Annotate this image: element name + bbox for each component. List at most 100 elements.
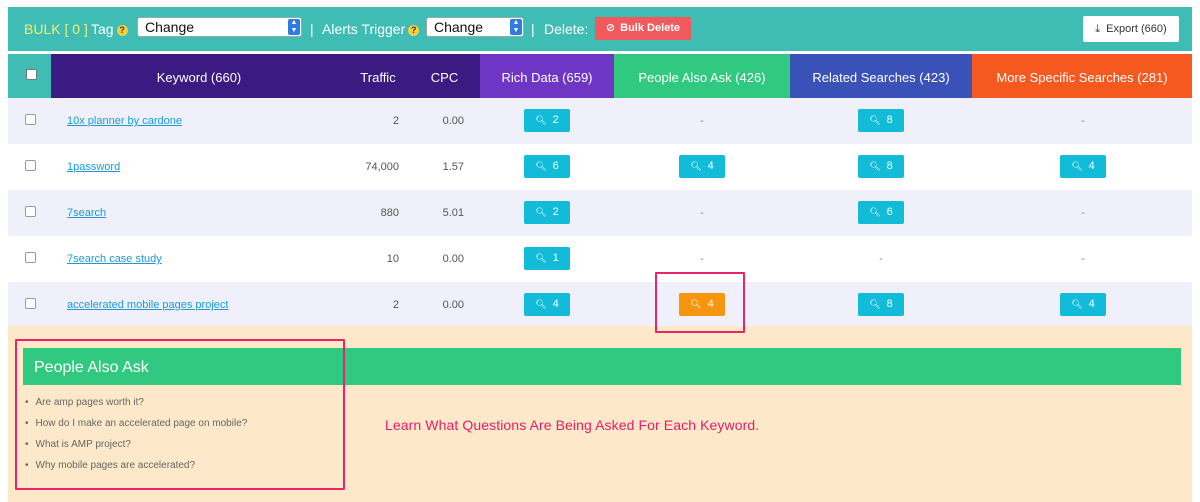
row-checkbox[interactable] [25, 206, 36, 217]
related-searches-button[interactable]: 🔍︎ 6 [858, 201, 904, 224]
more-specific-button[interactable]: 🔍︎ 4 [1060, 155, 1106, 178]
more-specific-button[interactable]: 🔍︎ 4 [1060, 293, 1106, 316]
traffic-value: 880 [380, 207, 399, 219]
rich-data-button[interactable]: 🔍︎ 4 [524, 293, 570, 316]
col-related-searches[interactable]: Related Searches (423) [790, 54, 972, 98]
traffic-value: 2 [392, 115, 399, 127]
col-traffic[interactable]: Traffic [347, 54, 409, 98]
row-checkbox[interactable] [25, 114, 36, 125]
traffic-value: 10 [386, 253, 399, 265]
empty-cell: - [879, 253, 883, 265]
bulk-delete-label: Bulk Delete [620, 22, 681, 34]
search-icon: 🔍︎ [535, 299, 547, 309]
delete-label: Delete: [544, 21, 589, 37]
empty-cell: - [1081, 115, 1085, 127]
alerts-trigger-text: Alerts Trigger [322, 21, 406, 37]
search-icon: 🔍︎ [1071, 161, 1083, 171]
search-icon: 🔍︎ [535, 161, 547, 171]
bulk-toolbar: BULK [ 0 ] Tag? Change ▲ ▼ | Alerts Trigg… [8, 7, 1192, 51]
search-icon: 🔍︎ [869, 161, 881, 171]
related-searches-button[interactable]: 🔍︎ 8 [858, 293, 904, 316]
table-header: Keyword (660) Traffic CPC Rich Data (659… [8, 54, 1192, 98]
col-people-also-ask[interactable]: People Also Ask (426) [614, 54, 790, 98]
table-row: 10x planner by cardone 2 0.00 🔍︎ 2 - 🔍︎ 8 … [8, 98, 1192, 144]
rich-data-button[interactable]: 🔍︎ 1 [524, 247, 570, 270]
annotation-caption: Learn What Questions Are Being Asked For… [385, 417, 760, 433]
search-icon: 🔍︎ [869, 115, 881, 125]
empty-cell: - [1081, 253, 1085, 265]
alerts-trigger-label: Alerts Trigger? [322, 7, 420, 51]
tag-select[interactable]: Change ▲ ▼ [137, 17, 302, 37]
row-checkbox[interactable] [25, 298, 36, 309]
chevron-updown-icon: ▲ ▼ [288, 19, 300, 35]
cpc-value: 5.01 [442, 207, 464, 219]
alerts-trigger-select[interactable]: Change ▲ ▼ [426, 17, 524, 37]
search-icon: 🔍︎ [535, 115, 547, 125]
tag-select-value: Change [145, 19, 195, 35]
badge-count: 6 [886, 206, 893, 218]
keyword-link[interactable]: accelerated mobile pages project [67, 282, 228, 328]
help-icon[interactable]: ? [116, 25, 128, 36]
cpc-value: 0.00 [442, 253, 464, 265]
search-icon: 🔍︎ [690, 161, 702, 171]
keyword-link[interactable]: 10x planner by cardone [67, 98, 182, 144]
search-icon: 🔍︎ [1071, 299, 1083, 309]
badge-count: 1 [552, 252, 559, 264]
cpc-value: 0.00 [442, 115, 464, 127]
download-icon: ⤓ [1095, 23, 1101, 35]
select-all-checkbox[interactable] [26, 69, 37, 80]
badge-count: 8 [886, 114, 893, 126]
bulk-count: BULK [ 0 ] [24, 21, 88, 37]
empty-cell: - [1081, 207, 1085, 219]
separator: | [310, 21, 314, 37]
rich-data-button[interactable]: 🔍︎ 2 [524, 109, 570, 132]
help-icon[interactable]: ? [408, 25, 420, 36]
search-icon: 🔍︎ [869, 299, 881, 309]
traffic-value: 2 [392, 299, 399, 311]
search-icon: 🔍︎ [535, 253, 547, 263]
col-keyword[interactable]: Keyword (660) [51, 54, 347, 98]
row-checkbox[interactable] [25, 252, 36, 263]
export-button[interactable]: ⤓ Export (660) [1083, 16, 1179, 42]
tag-label-text: Tag [91, 21, 114, 37]
traffic-value: 74,000 [365, 161, 399, 173]
tag-label: Tag? [91, 7, 128, 51]
col-cpc[interactable]: CPC [409, 54, 480, 98]
col-more-specific[interactable]: More Specific Searches (281) [972, 54, 1192, 98]
keyword-link[interactable]: 7search [67, 190, 106, 236]
rich-data-button[interactable]: 🔍︎ 6 [524, 155, 570, 178]
highlight-box-questions [15, 339, 345, 490]
row-checkbox[interactable] [25, 160, 36, 171]
search-icon: 🔍︎ [535, 207, 547, 217]
badge-count: 6 [552, 160, 559, 172]
related-searches-button[interactable]: 🔍︎ 8 [858, 109, 904, 132]
search-icon: 🔍︎ [869, 207, 881, 217]
keyword-link[interactable]: 1password [67, 144, 120, 190]
ban-icon: ⊘ [605, 22, 616, 34]
related-searches-button[interactable]: 🔍︎ 8 [858, 155, 904, 178]
badge-count: 4 [707, 160, 714, 172]
table-row: 1password 74,000 1.57 🔍︎ 6 🔍︎ 4 🔍︎ 8 🔍︎ 4 [8, 144, 1192, 190]
rich-data-button[interactable]: 🔍︎ 2 [524, 201, 570, 224]
alerts-select-value: Change [434, 19, 484, 35]
col-rich-data[interactable]: Rich Data (659) [480, 54, 614, 98]
badge-count: 4 [1088, 160, 1095, 172]
table-row: accelerated mobile pages project 2 0.00 … [8, 282, 1192, 328]
empty-cell: - [700, 207, 704, 219]
badge-count: 4 [552, 298, 559, 310]
highlight-box-button [655, 272, 745, 333]
badge-count: 4 [1088, 298, 1095, 310]
cpc-value: 0.00 [442, 299, 464, 311]
export-label: Export (660) [1106, 23, 1167, 35]
table-row: 7search case study 10 0.00 🔍︎ 1 - - - [8, 236, 1192, 282]
badge-count: 2 [552, 206, 559, 218]
badge-count: 8 [886, 298, 893, 310]
badge-count: 8 [886, 160, 893, 172]
cpc-value: 1.57 [442, 161, 464, 173]
keyword-link[interactable]: 7search case study [67, 236, 162, 282]
chevron-updown-icon: ▲ ▼ [510, 19, 522, 35]
people-also-ask-button[interactable]: 🔍︎ 4 [679, 155, 725, 178]
bulk-delete-button[interactable]: ⊘ Bulk Delete [595, 17, 691, 40]
table-row: 7search 880 5.01 🔍︎ 2 - 🔍︎ 6 - [8, 190, 1192, 236]
separator: | [531, 21, 535, 37]
